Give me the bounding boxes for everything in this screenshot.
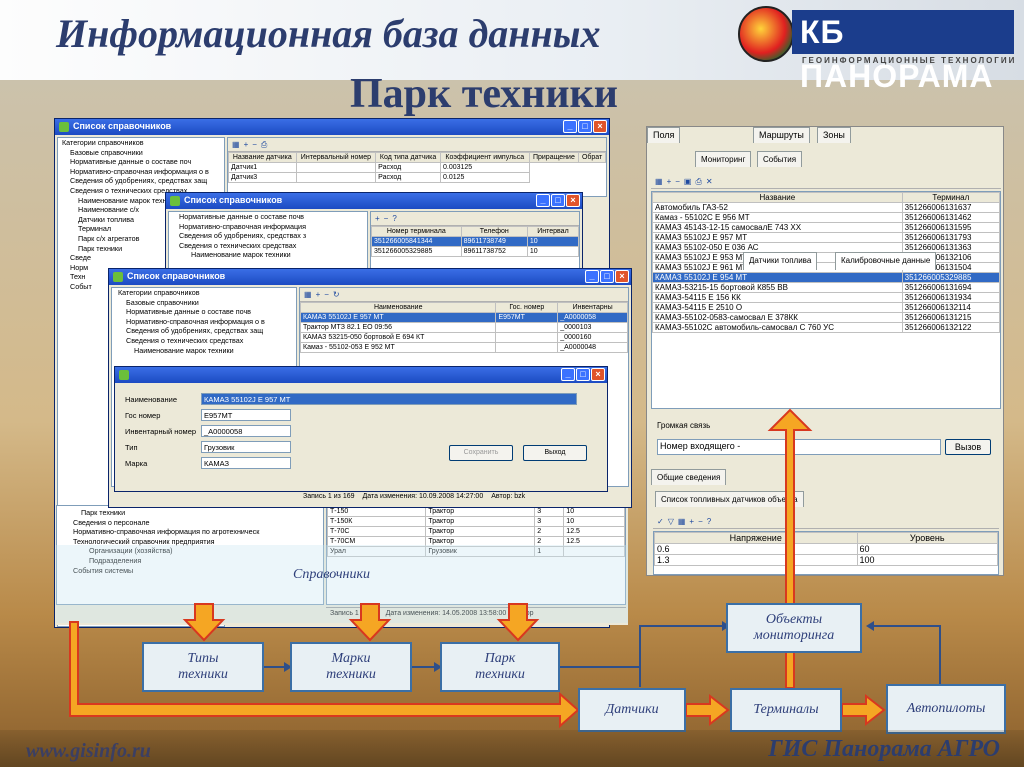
connector-autopilots-objects bbox=[874, 625, 941, 684]
footer-url[interactable]: www.gisinfo.ru bbox=[26, 740, 151, 763]
footer-brand: ГИС Панорама АГРО bbox=[768, 736, 1000, 762]
arrow-terminals-autopilots bbox=[841, 693, 886, 727]
arrow-down-types bbox=[182, 603, 226, 642]
arrow-down-park bbox=[496, 603, 540, 642]
flow-autopilots: Автопилоты bbox=[886, 684, 1006, 734]
flow-park: Парк техники bbox=[440, 642, 560, 692]
connector-park-objects bbox=[560, 625, 722, 668]
arrow-down-marks bbox=[348, 603, 392, 642]
flow-terminals: Терминалы bbox=[730, 688, 842, 732]
flow-marks: Марки техники bbox=[290, 642, 412, 692]
arrowhead bbox=[866, 621, 874, 631]
arrow-sensors-terminals bbox=[685, 693, 730, 727]
flow-types: Типы техники bbox=[142, 642, 264, 692]
flow-objects: Объекты мониторинга bbox=[726, 603, 862, 653]
flow-sensors: Датчики bbox=[578, 688, 686, 732]
